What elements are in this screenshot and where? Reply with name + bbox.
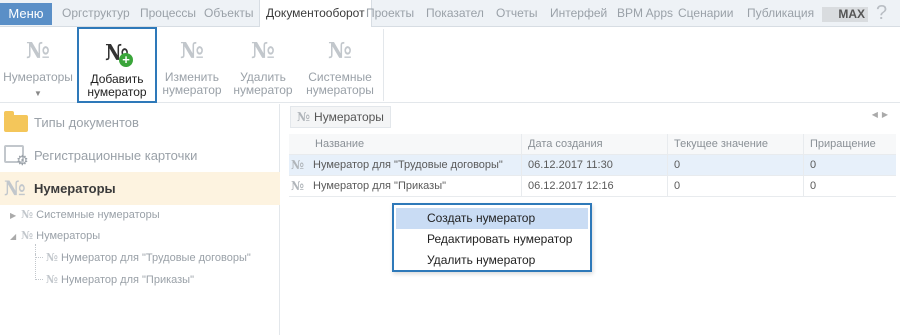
- cell-name: Нумератор для "Приказы": [313, 180, 447, 192]
- tab-projects[interactable]: Проекты: [366, 0, 414, 27]
- tab-interface[interactable]: Интерфей: [550, 0, 607, 27]
- tree-item-system-numerators[interactable]: ▶ № Системные нумераторы: [10, 207, 160, 223]
- numero-icon: №: [46, 273, 58, 286]
- numero-icon: №: [291, 179, 305, 193]
- folder-icon: [4, 111, 30, 134]
- chevron-down-icon: ▼: [34, 89, 42, 98]
- nav-item-document-types[interactable]: Типы документов: [0, 106, 280, 139]
- tab-bpm-apps[interactable]: BPM Apps: [617, 0, 673, 27]
- tree-item-numerators[interactable]: ◢ № Нумераторы: [10, 228, 100, 244]
- tab-orgstructure[interactable]: Оргструктур: [62, 0, 130, 27]
- tree-item-label: Системные нумераторы: [36, 209, 160, 221]
- delete-numerator-button[interactable]: № Удалить нумератор: [232, 27, 294, 103]
- numero-icon: №: [21, 229, 34, 242]
- column-header-name[interactable]: Название: [315, 134, 364, 155]
- tab-indicators[interactable]: Показател: [426, 0, 484, 27]
- cell-date: 06.12.2017 12:16: [528, 180, 614, 192]
- system-numerators-button[interactable]: № Системные нумераторы: [302, 27, 378, 103]
- max-badge[interactable]: MAX: [822, 7, 868, 22]
- column-header-current[interactable]: Текущее значение: [674, 134, 768, 155]
- add-numerator-button[interactable]: № + Добавить нумератор: [77, 27, 157, 103]
- ribbon-separator: [383, 29, 384, 101]
- left-navigation-panel: Типы документов ⚙ Регистрационные карточ…: [0, 104, 280, 335]
- tree-connector: [35, 254, 43, 280]
- help-icon[interactable]: ?: [876, 0, 887, 26]
- table-header: Название Дата создания Текущее значение …: [289, 134, 896, 155]
- numero-icon: №: [21, 208, 34, 221]
- delete-numerator-label-1: Удалить: [240, 70, 286, 84]
- cell-date: 06.12.2017 11:30: [528, 159, 613, 171]
- tree-item-label: Нумератор для "Приказы": [60, 274, 194, 286]
- numero-icon: №: [297, 110, 311, 124]
- context-menu-edit-numerator[interactable]: Редактировать нумератор: [396, 229, 588, 250]
- nav-item-label: Регистрационные карточки: [34, 148, 198, 163]
- nav-item-label: Типы документов: [34, 115, 139, 130]
- numero-system-icon: №: [328, 38, 352, 64]
- tab-reports[interactable]: Отчеты: [496, 0, 537, 27]
- content-panel: № Нумераторы ◀▶ Название Дата создания Те…: [285, 104, 900, 335]
- system-numerators-label-1: Системные: [308, 70, 372, 84]
- numero-icon: №: [4, 176, 26, 200]
- numero-icon: №: [26, 38, 50, 64]
- numero-add-icon: № +: [99, 39, 135, 67]
- cell-increment: 0: [810, 159, 817, 171]
- top-menu-bar: Меню Оргструктур Процессы Объекты Докуме…: [0, 0, 900, 28]
- collapse-arrow-icon[interactable]: ◢: [10, 232, 16, 241]
- tree-item-label: Нумераторы: [36, 230, 101, 242]
- tab-objects[interactable]: Объекты: [204, 0, 254, 27]
- nav-item-registration-cards[interactable]: ⚙ Регистрационные карточки: [0, 139, 280, 172]
- add-numerator-label-1: Добавить: [90, 72, 144, 86]
- tab-scroll-arrows[interactable]: ◀▶: [872, 110, 892, 119]
- column-header-date[interactable]: Дата создания: [528, 134, 603, 155]
- tab-label: Нумераторы: [314, 110, 384, 124]
- context-menu-delete-numerator[interactable]: Удалить нумератор: [396, 250, 588, 271]
- system-numerators-label-2: нумераторы: [306, 83, 374, 97]
- nav-item-numerators[interactable]: № Нумераторы: [0, 172, 280, 205]
- edit-numerator-button[interactable]: № Изменить нумератор: [160, 27, 224, 103]
- numerators-dropdown-button[interactable]: № Нумераторы ▼: [0, 27, 76, 103]
- numero-icon: №: [291, 158, 305, 172]
- context-menu-create-numerator[interactable]: Создать нумератор: [396, 208, 588, 229]
- cell-current: 0: [674, 159, 681, 171]
- cell-increment: 0: [810, 180, 817, 192]
- table-row[interactable]: № Нумератор для "Трудовые договоры" 06.1…: [289, 155, 896, 176]
- context-menu: Создать нумератор Редактировать нумерато…: [392, 203, 592, 272]
- tree-item-numerator-labor-contracts[interactable]: № Нумератор для "Трудовые договоры": [46, 250, 251, 266]
- column-header-increment[interactable]: Приращение: [810, 134, 876, 155]
- registration-card-icon: ⚙: [4, 145, 30, 167]
- tree-item-label: Нумератор для "Трудовые договоры": [60, 252, 251, 264]
- tab-numerators[interactable]: № Нумераторы: [290, 106, 391, 128]
- tab-document-flow[interactable]: Документооборот: [259, 0, 372, 28]
- tab-scenarios[interactable]: Сценарии: [678, 0, 733, 27]
- main-menu-button[interactable]: Меню: [0, 3, 52, 25]
- edit-numerator-label-2: нумератор: [162, 83, 222, 97]
- cell-current: 0: [674, 180, 681, 192]
- ribbon-toolbar: № Нумераторы ▼ № + Добавить нумератор № И…: [0, 27, 900, 103]
- tab-publication[interactable]: Публикация: [747, 0, 814, 27]
- numero-delete-icon: №: [251, 38, 275, 64]
- edit-numerator-label-1: Изменить: [164, 70, 220, 84]
- numero-icon: №: [46, 251, 58, 264]
- numerators-button-label: Нумераторы: [3, 70, 73, 84]
- tree-item-numerator-orders[interactable]: № Нумератор для "Приказы": [46, 272, 194, 288]
- cell-name: Нумератор для "Трудовые договоры": [313, 159, 503, 171]
- nav-item-label: Нумераторы: [34, 181, 116, 196]
- table-row[interactable]: № Нумератор для "Приказы" 06.12.2017 12:…: [289, 176, 896, 197]
- add-numerator-label-2: нумератор: [87, 85, 147, 99]
- expand-arrow-icon[interactable]: ▶: [10, 211, 16, 220]
- numero-edit-icon: №: [180, 38, 204, 64]
- tab-processes[interactable]: Процессы: [140, 0, 196, 27]
- delete-numerator-label-2: нумератор: [233, 83, 293, 97]
